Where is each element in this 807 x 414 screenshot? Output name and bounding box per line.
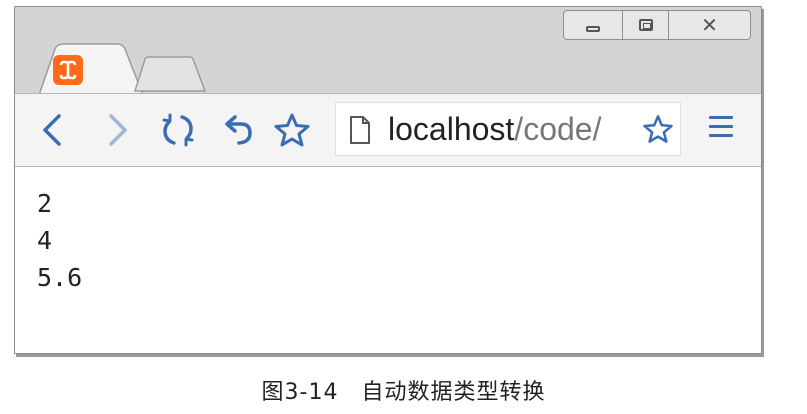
new-tab-button[interactable] [133,55,207,93]
browser-window: ✕ localhost/code/ 2 4 5.6 [14,6,762,354]
back-arrow-icon[interactable] [39,112,65,155]
maximize-button[interactable] [623,10,669,40]
close-button[interactable]: ✕ [669,10,751,40]
url-host: localhost [388,111,515,147]
page-document-icon [348,115,372,149]
xampp-favicon-icon [53,55,83,85]
forward-arrow-icon[interactable] [105,112,131,155]
maximize-icon [638,19,653,31]
minimize-icon [586,26,600,32]
reload-icon[interactable] [161,112,195,155]
minimize-button[interactable] [563,10,623,40]
address-bar[interactable]: localhost/code/ [335,102,681,156]
bookmark-star-icon[interactable] [642,113,674,152]
toolbar: localhost/code/ [15,93,761,167]
title-bar: ✕ [15,7,761,95]
close-icon: ✕ [701,13,718,37]
output-line: 4 [37,226,53,255]
window-controls: ✕ [563,10,751,40]
figure-caption: 图3-14 自动数据类型转换 [261,380,546,405]
undo-icon[interactable] [221,112,255,155]
output-line: 2 [37,189,53,218]
hamburger-menu-icon[interactable] [709,116,733,143]
star-icon[interactable] [273,112,311,155]
url-text[interactable]: localhost/code/ [388,111,601,148]
output-line: 5.6 [37,263,83,292]
page-content: 2 4 5.6 [15,167,761,353]
url-path: /code/ [514,111,602,147]
